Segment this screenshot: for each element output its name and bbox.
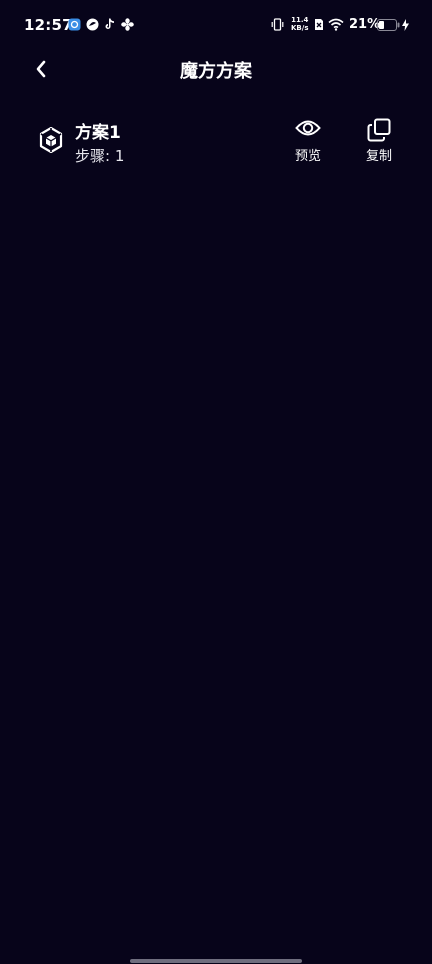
status-bar: 12:57 11.4 KB/s 21% <box>0 0 432 50</box>
plan-list-item[interactable]: 方案1 步骤: 1 预览 复制 <box>0 112 432 170</box>
status-time: 12:57 <box>24 16 73 34</box>
swirl-app-icon <box>86 18 99 31</box>
battery-percent: 21% <box>349 17 381 32</box>
network-speed: 11.4 KB/s <box>291 16 308 32</box>
preview-label: 预览 <box>294 149 321 164</box>
fan-icon <box>121 18 134 31</box>
header: 魔方方案 <box>0 50 432 90</box>
sim-off-icon <box>315 19 323 30</box>
home-indicator[interactable] <box>130 959 302 963</box>
copy-icon <box>367 118 391 142</box>
eye-icon <box>295 120 321 136</box>
tiktok-icon <box>105 18 114 29</box>
wifi-icon <box>328 18 344 31</box>
page-title: 魔方方案 <box>180 61 252 82</box>
plan-name: 方案1 <box>75 123 121 143</box>
charging-icon <box>402 19 409 31</box>
vibrate-icon <box>271 18 284 31</box>
app-notification-icon <box>68 18 81 31</box>
copy-button[interactable]: 复制 <box>355 118 403 168</box>
preview-button[interactable]: 预览 <box>284 118 332 168</box>
network-speed-value: 11.4 <box>291 16 309 24</box>
cube-icon <box>39 127 63 153</box>
battery-icon <box>377 19 400 31</box>
copy-label: 复制 <box>365 149 392 164</box>
network-speed-unit: KB/s <box>291 24 309 32</box>
plan-steps: 步骤: 1 <box>75 147 125 165</box>
